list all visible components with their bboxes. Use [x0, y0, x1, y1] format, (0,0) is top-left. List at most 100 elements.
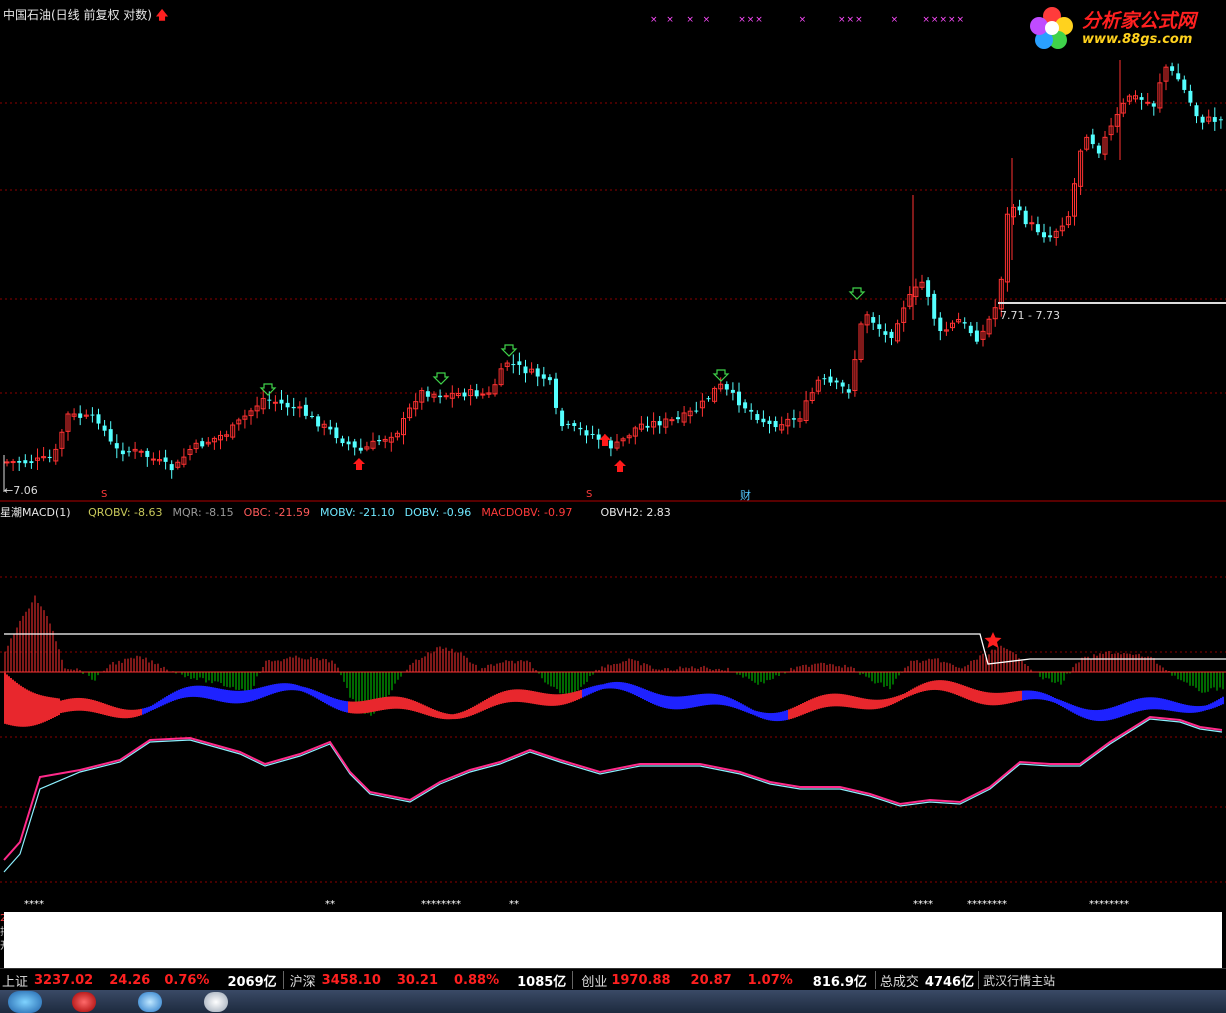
candle-body	[523, 366, 528, 374]
start-button-icon[interactable]	[8, 991, 42, 1013]
candle-body	[926, 280, 931, 297]
logo-url: www.88gs.com	[1082, 32, 1193, 47]
sh-change: 24.26	[109, 972, 151, 988]
legend-item: QROBV: -8.63	[88, 506, 163, 519]
candle-body	[755, 414, 760, 420]
candle-body	[554, 378, 558, 408]
candle-body	[163, 457, 168, 462]
candle-body	[1212, 117, 1217, 122]
candle-body	[169, 464, 174, 471]
legend-item: MQR: -8.15	[172, 506, 234, 519]
candle-body	[291, 406, 296, 409]
candle-body	[358, 447, 363, 451]
app-blue-icon[interactable]	[138, 992, 162, 1012]
price-chart[interactable]	[0, 0, 1226, 502]
candle-body	[90, 414, 95, 416]
legend-item: OBC: -21.59	[243, 506, 311, 519]
candle-body	[297, 406, 303, 409]
candle-body	[285, 402, 290, 408]
indicator-legend: 星潮MACD(1) QROBV: -8.63 MQR: -8.15 OBC: -21…	[0, 504, 679, 520]
signal-stars-3: ********	[421, 899, 461, 910]
candle-body	[1096, 145, 1101, 154]
divider	[978, 971, 980, 989]
candle-body	[828, 376, 833, 383]
candle-body	[743, 402, 748, 409]
app-red-icon[interactable]	[72, 992, 96, 1012]
app-gray-icon[interactable]	[204, 992, 228, 1012]
candle-body	[1042, 232, 1046, 238]
candle-body	[328, 426, 333, 430]
candle-body	[608, 440, 613, 449]
candle-body	[932, 293, 937, 319]
candle-body	[590, 433, 595, 435]
candle-body	[737, 391, 741, 406]
candle-body	[889, 331, 894, 338]
candle-body	[303, 404, 308, 416]
candle-body	[29, 461, 34, 463]
candle-body	[1194, 105, 1199, 117]
candle-body	[1035, 224, 1040, 233]
candle-body	[78, 413, 83, 418]
down-arrow-icon	[500, 344, 518, 357]
candle-body	[272, 401, 278, 404]
candle-body	[1182, 79, 1187, 90]
candle-body	[645, 425, 650, 428]
candle-body	[1200, 116, 1205, 123]
candle-body	[279, 399, 284, 404]
down-arrow-icon	[848, 287, 866, 300]
cy-value: 1970.88	[611, 972, 671, 988]
indicator-chart[interactable]	[0, 502, 1226, 912]
market-status-bar: 上证 3237.02 24.26 0.76% 2069亿 沪深 3458.10 …	[0, 968, 1226, 991]
candle-body	[883, 331, 888, 335]
legend-item: MACDOBV: -0.97	[481, 506, 573, 519]
arrow-up-icon: 🡅	[155, 8, 169, 22]
candle-body	[962, 322, 967, 324]
total-amount: 4746亿	[924, 974, 975, 990]
candle-body	[560, 410, 565, 427]
chart-title: 中国石油(日线 前复权 对数) 🡅	[3, 8, 169, 22]
up-arrow-icon	[353, 458, 365, 470]
pink-signal-marks: × × × × ××× × ××× × ×××××	[650, 15, 966, 25]
indicator-name: 星潮MACD(1)	[0, 506, 71, 519]
candle-body	[767, 420, 772, 424]
candle-body	[669, 419, 675, 422]
candle-body	[4, 461, 10, 464]
candle-body	[840, 382, 845, 387]
candle-body	[267, 399, 272, 401]
candle-body	[846, 389, 851, 393]
candle-body	[724, 384, 729, 390]
candle-body	[657, 421, 662, 426]
event-marker-s2[interactable]: S	[586, 489, 592, 500]
candle-body	[1188, 90, 1193, 103]
candle-body	[566, 423, 571, 425]
info-panel[interactable]	[4, 912, 1222, 968]
candle-body	[310, 416, 314, 418]
candle-body	[749, 409, 754, 412]
candle-body	[443, 395, 449, 398]
signal-line-cyan	[3, 718, 1223, 873]
price-range-label: 7.71 - 7.73	[1000, 309, 1060, 322]
candle-body	[694, 410, 699, 412]
signal-stars-5: ****	[913, 899, 933, 910]
candle-body	[474, 390, 479, 397]
candle-body	[968, 325, 973, 334]
candle-body	[17, 461, 22, 463]
signal-stars-6: ********	[967, 899, 1007, 910]
legend-item: OBVH2: 2.83	[600, 506, 671, 519]
candle-body	[1139, 97, 1144, 100]
candle-body	[511, 364, 516, 366]
event-marker-s1[interactable]: S	[101, 489, 107, 500]
candle-body	[334, 427, 339, 439]
candle-body	[480, 393, 486, 396]
star-icon	[984, 632, 1002, 648]
candle-body	[938, 317, 943, 331]
cy-change: 20.87	[690, 972, 732, 988]
candle-body	[114, 443, 119, 449]
candle-body	[316, 416, 321, 427]
candle-body	[145, 450, 150, 457]
event-marker-finance[interactable]: 财	[740, 487, 751, 503]
candle-body	[584, 430, 589, 436]
candle-body	[462, 392, 467, 397]
hs-value: 3458.10	[321, 972, 381, 988]
signal-stars-1: ****	[24, 899, 44, 910]
